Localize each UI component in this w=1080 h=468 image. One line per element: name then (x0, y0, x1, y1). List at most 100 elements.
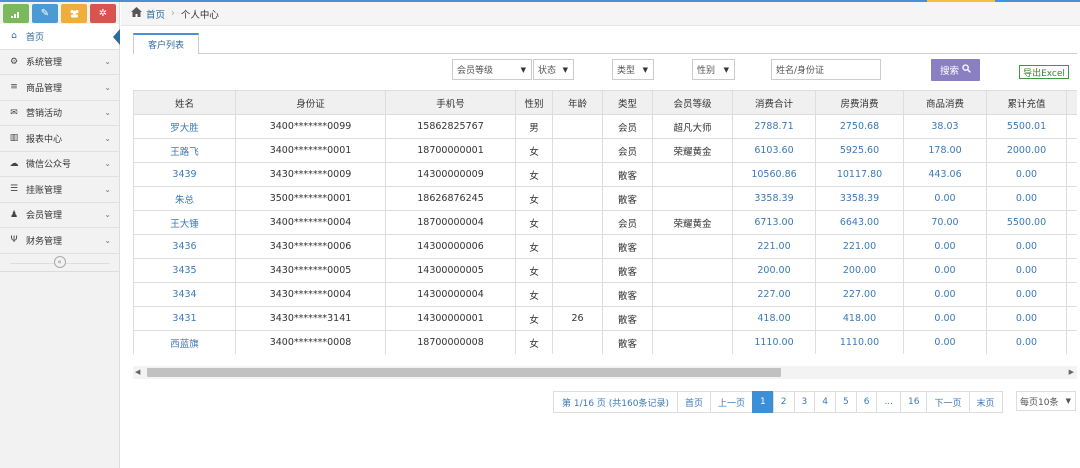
member-level-select-label: 会员等级 (457, 66, 494, 76)
status-select[interactable]: 状态 ▼ (533, 59, 574, 80)
sidebar-item-5[interactable]: ☁ 微信公众号 ⌄ (0, 152, 119, 177)
gender-select[interactable]: 性别 ▼ (692, 59, 735, 80)
column-header[interactable]: 消费合计 (732, 90, 816, 115)
customer-name-link[interactable]: 3436 (133, 234, 236, 259)
table-row[interactable]: 3439 3430*******0009 14300000009 女 散客 10560.8… (133, 162, 1077, 187)
table-cell (652, 306, 733, 331)
per-page-select[interactable]: 每页10条 ▼ (1016, 391, 1076, 411)
customer-name-link[interactable]: 西蓝旗 (133, 330, 236, 354)
customer-name-link[interactable]: 罗大胜 (133, 114, 236, 139)
column-header[interactable]: 身份证 (235, 90, 386, 115)
column-header[interactable]: 性别 (515, 90, 553, 115)
sidebar-item-6[interactable]: ☰ 挂账管理 ⌄ (0, 177, 119, 203)
table-row[interactable]: 3435 3430*******0005 14300000005 女 散客 200.00 2… (133, 258, 1077, 283)
page-number-2[interactable]: 2 (772, 391, 795, 413)
export-excel-button[interactable]: 导出Excel (1019, 65, 1069, 79)
sidebar-item-3[interactable]: ✉ 营销活动 ⌄ (0, 101, 119, 126)
sidebar-item-8[interactable]: Ψ 财务管理 ⌄ (0, 228, 119, 254)
dropdown-arrow-icon: ▼ (1065, 397, 1071, 405)
table-row[interactable]: 王路飞 3400*******0001 18700000001 女 会员 荣耀黄金 6103… (133, 138, 1077, 163)
customer-name-link[interactable]: 王大锤 (133, 210, 236, 235)
breadcrumb-home-link[interactable]: 首页 (146, 7, 165, 21)
table-cell: 5500.01 (986, 114, 1067, 139)
page-number-16[interactable]: 16 (900, 391, 928, 413)
dropdown-arrow-icon: ▼ (642, 65, 648, 74)
horizontal-scrollbar[interactable]: ◀ ▶ (133, 366, 1077, 379)
customer-name-link[interactable]: 王路飞 (133, 138, 236, 163)
column-header[interactable]: 会员等级 (652, 90, 733, 115)
column-header[interactable]: 累计充值 (986, 90, 1067, 115)
breadcrumb: 首页 › 个人中心 (121, 2, 1080, 26)
pencil-icon[interactable]: ✎ (32, 4, 58, 23)
sidebar-item-1[interactable]: ⚙ 系统管理 ⌄ (0, 50, 119, 75)
sidebar-item-2[interactable]: ≡ 商品管理 ⌄ (0, 75, 119, 101)
table-cell-filler (1066, 330, 1077, 354)
table-cell: 200.00 (732, 258, 816, 283)
table-cell: 0.00 (903, 186, 987, 211)
table-cell (652, 282, 733, 307)
table-cell: 散客 (602, 306, 653, 331)
table-row[interactable]: 朱总 3500*******0001 18626876245 女 散客 3358.39 33… (133, 186, 1077, 211)
users-icon[interactable] (61, 4, 87, 23)
customer-name-link[interactable]: 3435 (133, 258, 236, 283)
table-row[interactable]: 3431 3430*******3141 14300000001 女 26 散客 418.0… (133, 306, 1077, 331)
customer-name-link[interactable]: 3439 (133, 162, 236, 187)
page-number-5[interactable]: 5 (834, 391, 857, 413)
sidebar-item-4[interactable]: ▥ 报表中心 ⌄ (0, 126, 119, 152)
cogs-icon[interactable]: ✲ (90, 4, 116, 23)
search-button-label: 搜索 (939, 66, 959, 77)
scroll-right-icon[interactable]: ▶ (1069, 366, 1074, 379)
member-level-select[interactable]: 会员等级 ▼ (452, 59, 532, 80)
column-header[interactable]: 年龄 (552, 90, 603, 115)
customer-name-link[interactable]: 3431 (133, 306, 236, 331)
status-select-label: 状态 (538, 66, 557, 76)
table-cell (652, 234, 733, 259)
table-cell: 418.00 (732, 306, 816, 331)
table-cell: 2750.68 (815, 114, 904, 139)
table-cell-filler (1066, 210, 1077, 235)
table-row[interactable]: 罗大胜 3400*******0099 15862825767 男 会员 超凡大师 2788… (133, 114, 1077, 139)
column-header[interactable]: 房费消费 (815, 90, 904, 115)
sidebar-item-0[interactable]: ⌂ 首页 (0, 24, 120, 50)
customer-table: 姓名 身份证 手机号 性别 年龄 类型 会员等级 消费合计 房费消费 商品消费 累计充值 罗大胜 34… (133, 90, 1077, 354)
table-row[interactable]: 3436 3430*******0006 14300000006 女 散客 221.00 2… (133, 234, 1077, 259)
table-cell: 3430*******0009 (235, 162, 386, 187)
table-row[interactable]: 3434 3430*******0004 14300000004 女 散客 227.00 2… (133, 282, 1077, 307)
scrollbar-thumb[interactable] (147, 368, 781, 377)
sidebar-collapse-button[interactable]: « (0, 254, 119, 272)
table-cell: 221.00 (815, 234, 904, 259)
page-number-1[interactable]: 1 (752, 391, 774, 413)
table-cell: 会员 (602, 114, 653, 139)
tab-customer-list[interactable]: 客户列表 (133, 33, 199, 54)
scroll-left-icon[interactable]: ◀ (135, 366, 140, 379)
type-select[interactable]: 类型 ▼ (612, 59, 654, 80)
column-header[interactable]: 商品消费 (903, 90, 987, 115)
column-header[interactable]: 类型 (602, 90, 653, 115)
sidebar-item-label: 商品管理 (26, 83, 63, 94)
table-cell: 10117.80 (815, 162, 904, 187)
next-page-button[interactable]: 下一页 (926, 391, 970, 413)
table-cell: 10560.86 (732, 162, 816, 187)
table-cell: 3400*******0004 (235, 210, 386, 235)
table-cell: 散客 (602, 258, 653, 283)
page-number-4[interactable]: 4 (814, 391, 836, 413)
customer-name-link[interactable]: 朱总 (133, 186, 236, 211)
last-page-button[interactable]: 末页 (968, 391, 1003, 413)
search-button[interactable]: 搜索 (931, 59, 980, 81)
search-input-placeholder: 姓名/身份证 (776, 66, 825, 76)
sidebar-item-label: 财务管理 (26, 236, 63, 247)
name-id-search-input[interactable]: 姓名/身份证 (771, 59, 881, 80)
page-number-6[interactable]: 6 (855, 391, 878, 413)
table-cell (652, 186, 733, 211)
first-page-button[interactable]: 首页 (677, 391, 712, 413)
customer-name-link[interactable]: 3434 (133, 282, 236, 307)
prev-page-button[interactable]: 上一页 (710, 391, 754, 413)
table-row[interactable]: 王大锤 3400*******0004 18700000004 女 会员 荣耀黄金 6713… (133, 210, 1077, 235)
column-header[interactable]: 手机号 (385, 90, 516, 115)
signal-icon[interactable] (3, 4, 29, 23)
sidebar-item-7[interactable]: ♟ 会员管理 ⌄ (0, 203, 119, 228)
column-header[interactable]: 姓名 (133, 90, 236, 115)
page-number-3[interactable]: 3 (793, 391, 816, 413)
double-chevron-left-icon[interactable]: « (53, 256, 66, 268)
table-row[interactable]: 西蓝旗 3400*******0008 18700000008 女 散客 1110.00 1… (133, 330, 1077, 354)
